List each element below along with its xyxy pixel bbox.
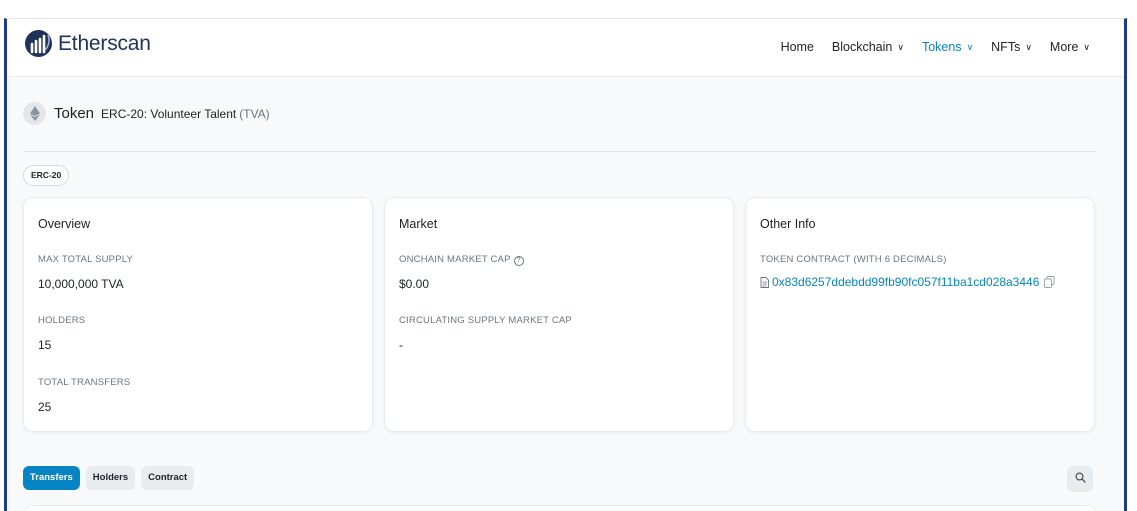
chevron-down-icon: ∨ [1083, 41, 1090, 52]
token-header: Token ERC-20: Volunteer Talent (TVA) [23, 102, 270, 125]
transfers-panel [23, 505, 1097, 511]
nav-more[interactable]: More ∨ [1050, 40, 1090, 54]
onchain-cap-value: $0.00 [399, 277, 430, 291]
circ-cap-value: - [399, 338, 403, 352]
chevron-down-icon: ∨ [1025, 41, 1032, 52]
nav-label: Tokens [921, 40, 962, 54]
etherscan-logo[interactable]: Etherscan [25, 30, 151, 57]
card-title: Other Info [760, 217, 816, 231]
browser-frame: Etherscan Home Blockchain ∨ Tokens ∨ NFT… [4, 18, 1127, 511]
main-nav: Home Blockchain ∨ Tokens ∨ NFTs ∨ More ∨ [781, 40, 1090, 54]
tab-holders[interactable]: Holders [85, 466, 136, 490]
page-title: Token [54, 105, 95, 122]
token-symbol: (TVA) [239, 106, 270, 121]
transfers-value: 25 [38, 400, 52, 414]
holders-value[interactable]: 15 [38, 338, 51, 352]
nav-label: NFTs [991, 40, 1021, 54]
top-navbar: Etherscan Home Blockchain ∨ Tokens ∨ NFT… [7, 19, 1124, 77]
question-icon[interactable]: ? [513, 256, 524, 266]
search-button[interactable] [1067, 466, 1093, 492]
etherscan-logo-icon [25, 30, 52, 57]
nav-blockchain[interactable]: Blockchain ∨ [832, 40, 904, 54]
contract-address-link[interactable]: 0x83d6257ddebdd99fb90fc057f11ba1cd028a34… [772, 275, 1039, 289]
document-icon [760, 276, 769, 288]
overview-card: Overview MAX TOTAL SUPPLY 10,000,000 TVA… [23, 197, 373, 432]
onchain-cap-label-text: ONCHAIN MARKET CAP [399, 254, 511, 265]
tab-transfers[interactable]: Transfers [23, 466, 80, 490]
token-name: ERC-20: Volunteer Talent [101, 106, 237, 121]
nav-home[interactable]: Home [781, 40, 814, 54]
onchain-cap-label: ONCHAIN MARKET CAP? [399, 254, 524, 266]
content-tabs: Transfers Holders Contract [23, 466, 195, 490]
transfers-label: TOTAL TRANSFERS [38, 377, 131, 388]
search-icon [1074, 470, 1086, 488]
chevron-down-icon: ∨ [897, 41, 904, 52]
copy-icon[interactable] [1044, 276, 1055, 288]
max-supply-label: MAX TOTAL SUPPLY [38, 254, 134, 265]
circ-cap-label: CIRCULATING SUPPLY MARKET CAP [399, 315, 572, 326]
contract-label: TOKEN CONTRACT (WITH 6 DECIMALS) [760, 254, 947, 265]
nav-label: Home [780, 40, 814, 54]
card-title: Market [399, 217, 438, 231]
tab-contract[interactable]: Contract [141, 466, 195, 490]
token-standard-badge[interactable]: ERC-20 [23, 165, 70, 186]
contract-address-row: 0x83d6257ddebdd99fb90fc057f11ba1cd028a34… [760, 275, 1055, 289]
other-info-card: Other Info TOKEN CONTRACT (WITH 6 DECIMA… [745, 197, 1095, 432]
nav-label: Blockchain [831, 40, 893, 54]
max-supply-value: 10,000,000 TVA [38, 277, 124, 291]
holders-label: HOLDERS [38, 315, 86, 326]
chevron-down-icon: ∨ [966, 41, 974, 52]
ethereum-icon [23, 102, 46, 125]
brand-name: Etherscan [58, 31, 151, 55]
divider [23, 151, 1097, 152]
nav-tokens[interactable]: Tokens ∨ [922, 40, 973, 54]
card-title: Overview [38, 217, 91, 231]
nav-label: More [1049, 40, 1079, 54]
market-card: Market ONCHAIN MARKET CAP? $0.00 CIRCULA… [384, 197, 734, 432]
nav-nfts[interactable]: NFTs ∨ [991, 40, 1032, 54]
